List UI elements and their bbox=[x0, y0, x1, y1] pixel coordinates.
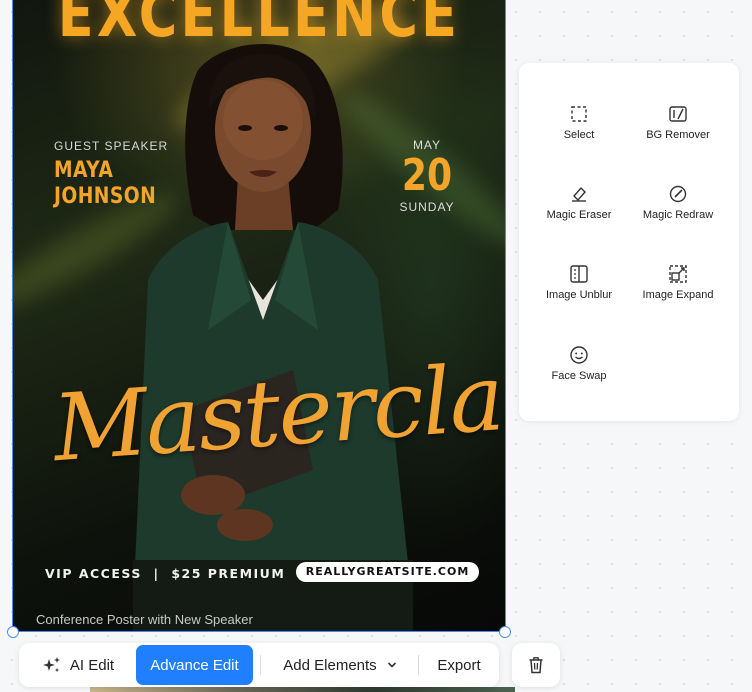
speaker-label: GUEST SPEAKER bbox=[54, 139, 169, 153]
next-page-preview bbox=[90, 687, 515, 692]
tool-label: Magic Redraw bbox=[642, 209, 714, 221]
event-date: MAY 20 SUNDAY bbox=[393, 138, 461, 214]
poster-canvas[interactable]: EXCELLENCE GUEST SPEAKER MAYA JOHNSON MA… bbox=[13, 0, 505, 632]
select-icon bbox=[529, 103, 629, 125]
export-label: Export bbox=[437, 656, 481, 674]
tool-label: Select bbox=[563, 129, 595, 141]
tool-label: Magic Eraser bbox=[546, 209, 612, 221]
toolbar-divider bbox=[418, 655, 419, 675]
chevron-down-icon bbox=[387, 661, 397, 669]
speaker-last-name: JOHNSON bbox=[54, 184, 157, 209]
tool-image-expand[interactable]: Image Expand bbox=[628, 263, 728, 301]
advance-edit-button[interactable]: Advance Edit bbox=[136, 645, 253, 685]
tool-label: BG Remover bbox=[646, 129, 710, 141]
tool-magic-redraw[interactable]: Magic Redraw bbox=[628, 183, 728, 221]
add-elements-label: Add Elements bbox=[283, 656, 377, 674]
redraw-icon bbox=[628, 183, 728, 205]
sparkle-icon bbox=[42, 656, 62, 674]
bottom-toolbar: AI Edit Advance Edit Add Elements Export bbox=[19, 643, 499, 687]
eraser-icon bbox=[529, 183, 629, 205]
advance-edit-label: Advance Edit bbox=[150, 656, 239, 674]
date-day: 20 bbox=[401, 150, 453, 201]
add-elements-button[interactable]: Add Elements bbox=[267, 645, 413, 685]
poster-caption: Conference Poster with New Speaker bbox=[36, 612, 253, 627]
export-button[interactable]: Export bbox=[423, 645, 495, 685]
tool-face-swap[interactable]: Face Swap bbox=[529, 344, 629, 382]
tool-label: Face Swap bbox=[551, 370, 607, 382]
face-icon bbox=[529, 344, 629, 366]
speaker-first-name: MAYA bbox=[54, 158, 114, 183]
tool-magic-eraser[interactable]: Magic Eraser bbox=[529, 183, 629, 221]
trash-icon bbox=[528, 656, 544, 674]
speaker-photo bbox=[133, 43, 413, 632]
unblur-icon bbox=[529, 263, 629, 285]
tool-image-unblur[interactable]: Image Unblur bbox=[529, 263, 629, 301]
website-pill: REALLYGREATSITE.COM bbox=[296, 562, 479, 582]
resize-handle-bottom-left[interactable] bbox=[7, 626, 19, 638]
ai-edit-button[interactable]: AI Edit bbox=[25, 645, 131, 685]
toolbar-divider bbox=[260, 655, 261, 675]
bg-remover-icon bbox=[628, 103, 728, 125]
vip-access-text: VIP ACCESS | $25 PREMIUM bbox=[45, 566, 286, 581]
expand-icon bbox=[628, 263, 728, 285]
tool-bg-remover[interactable]: BG Remover bbox=[628, 103, 728, 141]
edit-tools-panel: Select BG Remover Magic Eraser Magic Red… bbox=[519, 63, 739, 421]
ai-edit-label: AI Edit bbox=[69, 656, 115, 674]
resize-handle-bottom-right[interactable] bbox=[499, 626, 511, 638]
delete-button[interactable] bbox=[512, 643, 560, 687]
tool-select[interactable]: Select bbox=[529, 103, 629, 141]
tool-label: Image Expand bbox=[642, 289, 714, 301]
speaker-name: MAYA JOHNSON bbox=[54, 158, 156, 210]
tool-label: Image Unblur bbox=[545, 289, 613, 301]
date-weekday: SUNDAY bbox=[399, 200, 455, 214]
